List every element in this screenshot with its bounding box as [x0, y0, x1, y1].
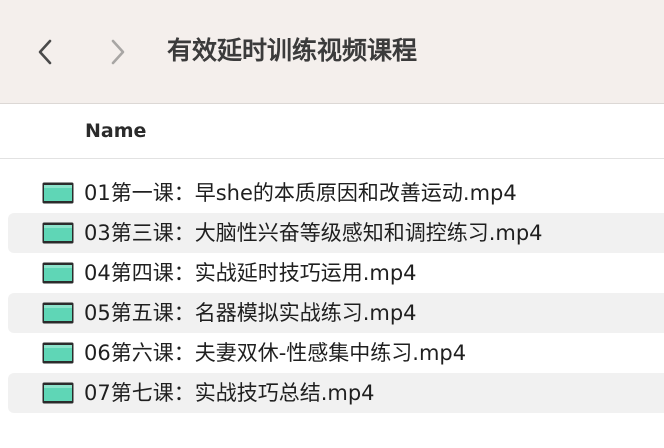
file-name: 03第三课：大脑性兴奋等级感知和调控练习.mp4 [84, 221, 543, 245]
video-file-icon [42, 302, 74, 324]
video-file-icon [42, 382, 74, 404]
name-column-header[interactable]: Name [85, 118, 146, 144]
file-name: 01第一课：早she的本质原因和改善运动.mp4 [84, 181, 517, 205]
finder-window: 有效延时训练视频课程 Name 01第一课：早she的本质原因和改善运动.mp4… [0, 0, 664, 448]
file-name: 05第五课：名器模拟实战练习.mp4 [84, 301, 417, 325]
file-row[interactable]: 05第五课：名器模拟实战练习.mp4 [8, 293, 664, 333]
file-row[interactable]: 01第一课：早she的本质原因和改善运动.mp4 [8, 173, 664, 213]
file-name: 06第六课：夫妻双休-性感集中练习.mp4 [84, 341, 467, 365]
toolbar: 有效延时训练视频课程 [0, 0, 664, 104]
file-row[interactable]: 04第四课：实战延时技巧运用.mp4 [8, 253, 664, 293]
video-file-icon [42, 342, 74, 364]
file-row[interactable]: 03第三课：大脑性兴奋等级感知和调控练习.mp4 [8, 213, 664, 253]
back-button[interactable] [30, 34, 60, 70]
file-name: 04第四课：实战延时技巧运用.mp4 [84, 261, 417, 285]
column-header: Name [0, 104, 664, 159]
file-name: 07第七课：实战技巧总结.mp4 [84, 381, 375, 405]
video-file-icon [42, 262, 74, 284]
video-file-icon [42, 182, 74, 204]
window-title: 有效延时训练视频课程 [167, 36, 418, 65]
chevron-left-icon [38, 39, 52, 65]
chevron-right-icon [111, 39, 125, 65]
file-row[interactable]: 06第六课：夫妻双休-性感集中练习.mp4 [8, 333, 664, 373]
video-file-icon [42, 222, 74, 244]
file-row[interactable]: 07第七课：实战技巧总结.mp4 [8, 373, 664, 413]
forward-button[interactable] [103, 34, 133, 70]
file-list: 01第一课：早she的本质原因和改善运动.mp4 03第三课：大脑性兴奋等级感知… [0, 173, 664, 413]
